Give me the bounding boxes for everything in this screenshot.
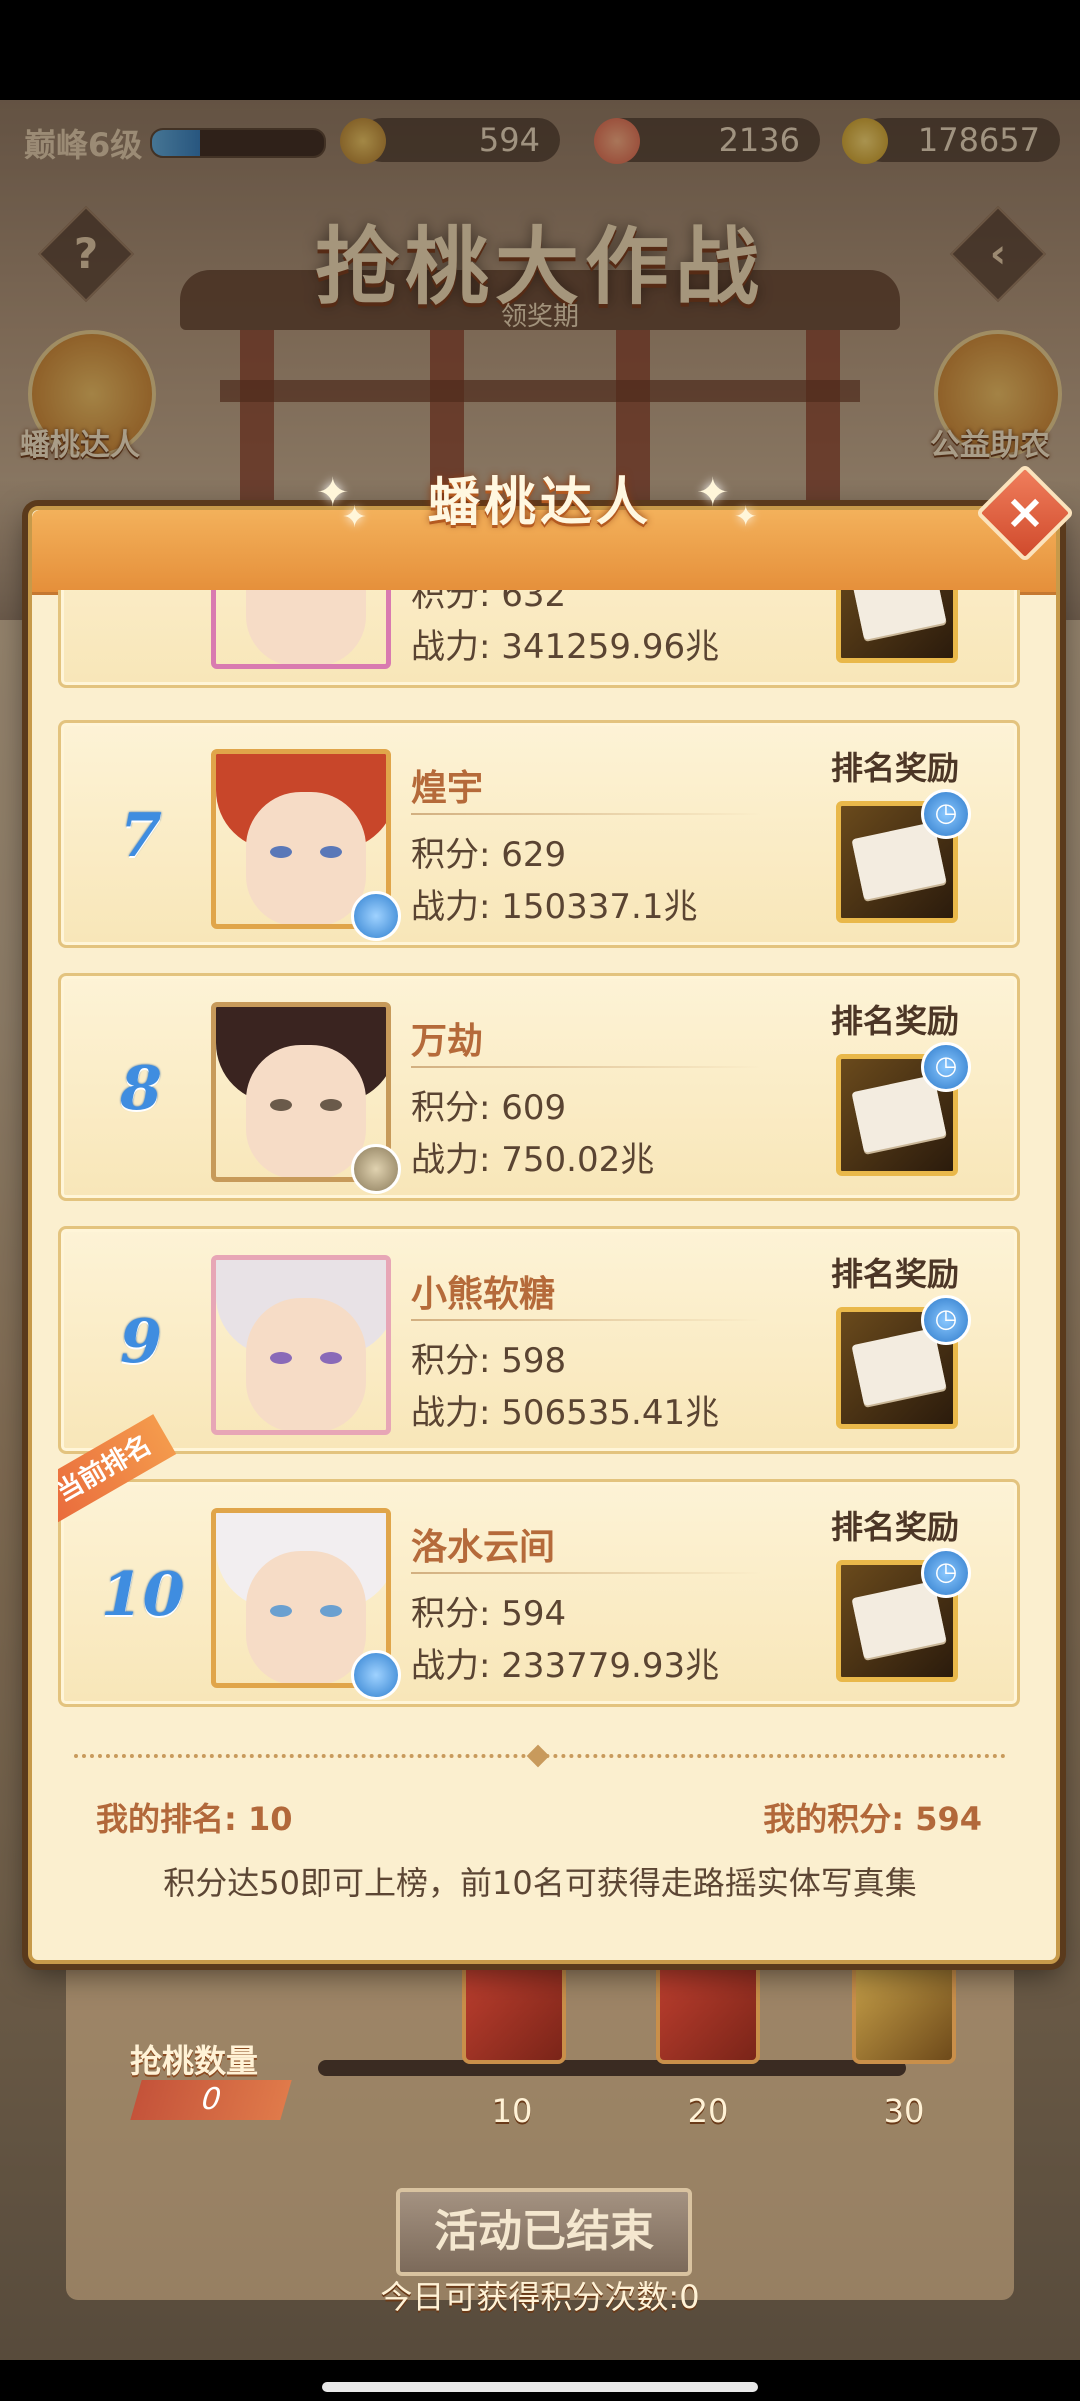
ranking-rule-text: 积分达50即可上榜，前10名可获得走路摇实体写真集 bbox=[163, 1864, 917, 1902]
rank-badge-icon bbox=[351, 1144, 401, 1194]
vip-badge-icon bbox=[351, 1650, 401, 1700]
player-avatar[interactable] bbox=[211, 590, 391, 669]
player-score: 积分: 598 bbox=[411, 1341, 567, 1381]
milestone-reward-30[interactable] bbox=[852, 1960, 956, 2064]
my-rank: 我的排名: 10 bbox=[96, 1800, 293, 1838]
peach-count-label: 抢桃数量 bbox=[130, 2042, 259, 2080]
rank-number: 10 bbox=[101, 1560, 185, 1630]
player-power: 战力: 233779.93兆 bbox=[411, 1646, 720, 1686]
my-score: 我的积分: 594 bbox=[763, 1800, 982, 1838]
status-bar bbox=[0, 0, 1080, 100]
peach-progress-track bbox=[318, 2060, 906, 2076]
milestone-reward-20[interactable] bbox=[656, 1960, 760, 2064]
milestone-label-20: 20 bbox=[687, 2092, 729, 2130]
rank-number: 7 bbox=[120, 801, 162, 871]
ranking-row[interactable]: 8 万劫 积分: 609 战力: 750.02兆 排名奖励 ◷ bbox=[58, 973, 1020, 1201]
clock-icon: ◷ bbox=[921, 1295, 971, 1345]
milestone-label-10: 10 bbox=[491, 2092, 533, 2130]
milestone-reward-10[interactable] bbox=[462, 1960, 566, 2064]
rank-number: 8 bbox=[120, 1054, 162, 1124]
player-power: 战力: 750.02兆 bbox=[411, 1140, 655, 1180]
rank-reward-box[interactable] bbox=[836, 590, 958, 663]
rank-number: 9 bbox=[120, 1307, 162, 1377]
player-power: 战力: 341259.96兆 bbox=[411, 627, 720, 667]
clock-icon: ◷ bbox=[921, 789, 971, 839]
vip-badge-icon bbox=[351, 891, 401, 941]
home-indicator[interactable] bbox=[322, 2382, 758, 2392]
ranking-row-current[interactable]: 10 洛水云间 积分: 594 战力: 233779.93兆 排名奖励 ◷ 当前… bbox=[58, 1414, 1020, 1707]
rank-reward-label: 排名奖励 bbox=[831, 1255, 960, 1293]
ranking-row[interactable]: 7 煌宇 积分: 629 战力: 150337.1兆 排名奖励 ◷ bbox=[58, 720, 1020, 948]
modal-title: 蟠桃达人 bbox=[427, 473, 652, 533]
player-power: 战力: 150337.1兆 bbox=[411, 887, 698, 927]
sparkle-icon: ✦ bbox=[734, 500, 758, 533]
player-score: 积分: 632 bbox=[411, 590, 567, 615]
rank-reward-label: 排名奖励 bbox=[831, 1002, 960, 1040]
player-score: 积分: 629 bbox=[411, 835, 567, 875]
sparkle-icon: ✦ bbox=[342, 500, 368, 535]
clock-icon: ◷ bbox=[921, 1042, 971, 1092]
system-nav-bar bbox=[0, 2360, 1080, 2401]
milestone-label-30: 30 bbox=[883, 2092, 925, 2130]
player-name: 万劫 bbox=[411, 1021, 484, 1062]
close-icon: × bbox=[1004, 484, 1046, 540]
ranking-list[interactable]: 积分: 632 战力: 341259.96兆 7 煌宇 积分: 629 战力: … bbox=[58, 590, 1022, 1740]
event-ended-button[interactable]: 活动已结束 bbox=[396, 2188, 692, 2276]
rank-reward-label: 排名奖励 bbox=[831, 749, 960, 787]
ranking-row-partial[interactable]: 积分: 632 战力: 341259.96兆 bbox=[58, 590, 1020, 688]
sparkle-icon: ✦ bbox=[696, 470, 730, 516]
player-score: 积分: 609 bbox=[411, 1088, 567, 1128]
peach-count-value: 0 bbox=[130, 2080, 292, 2120]
player-name: 小熊软糖 bbox=[411, 1274, 556, 1315]
ranking-row[interactable]: 9 小熊软糖 积分: 598 战力: 506535.41兆 排名奖励 ◷ bbox=[58, 1226, 1020, 1454]
rank-reward-label: 排名奖励 bbox=[831, 1508, 960, 1546]
player-power: 战力: 506535.41兆 bbox=[411, 1393, 720, 1433]
player-name: 煌宇 bbox=[411, 768, 484, 809]
today-points-times: 今日可获得积分次数:0 bbox=[380, 2278, 700, 2316]
player-score: 积分: 594 bbox=[411, 1594, 567, 1634]
player-name: 洛水云间 bbox=[411, 1527, 556, 1568]
player-avatar[interactable] bbox=[211, 1255, 391, 1435]
clock-icon: ◷ bbox=[921, 1548, 971, 1598]
